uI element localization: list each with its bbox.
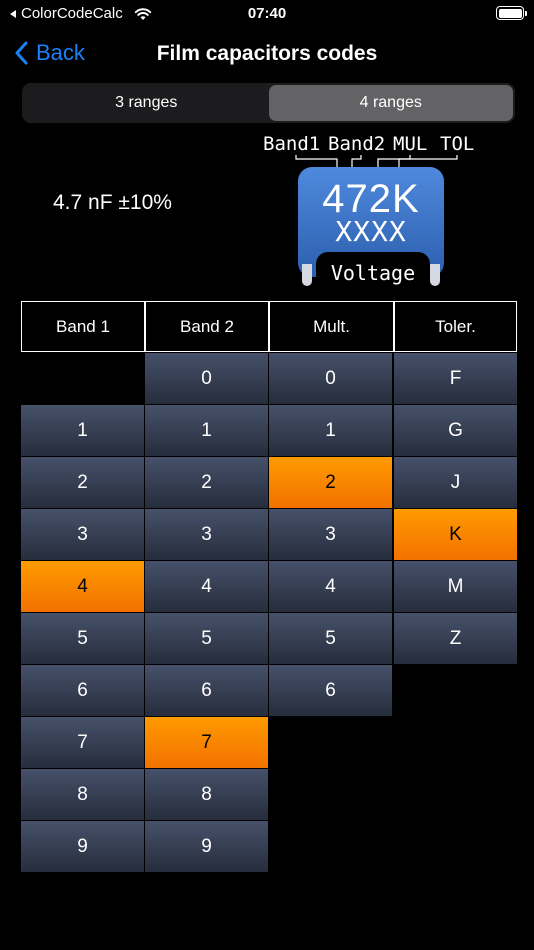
toler-cell-M[interactable]: M	[394, 561, 517, 612]
band1-cell-8[interactable]: 8	[21, 769, 144, 820]
toler-cell-F[interactable]: F	[394, 353, 517, 404]
band1-cell-6[interactable]: 6	[21, 665, 144, 716]
band2-cell-5[interactable]: 5	[145, 613, 268, 664]
capacitor-leg-right	[430, 264, 440, 286]
capacitor-xxxx: XXXX	[335, 215, 407, 248]
band1-cell-3[interactable]: 3	[21, 509, 144, 560]
toler-cell-J[interactable]: J	[394, 457, 517, 508]
header-toler: Toler.	[394, 301, 517, 352]
status-bar: ColorCodeCalc 07:40	[0, 0, 534, 28]
band1-cell-9[interactable]: 9	[21, 821, 144, 872]
capacitance-value: 4.7 nF ±10%	[53, 191, 172, 214]
header-band-1: Band 1	[21, 301, 145, 352]
band2-cell-9[interactable]: 9	[145, 821, 268, 872]
battery-icon	[496, 6, 527, 20]
capacitor-leg-left	[302, 264, 312, 286]
band1-cell-1[interactable]: 1	[21, 405, 144, 456]
range-segmented-control: 3 ranges 4 ranges	[22, 83, 515, 123]
header-mult: Mult.	[269, 301, 394, 352]
band2-cell-0[interactable]: 0	[145, 353, 268, 404]
mult-cell-2[interactable]: 2	[269, 457, 392, 508]
band1-cell-5[interactable]: 5	[21, 613, 144, 664]
segment-3-ranges[interactable]: 3 ranges	[24, 85, 269, 121]
mult-cell-0[interactable]: 0	[269, 353, 392, 404]
voltage-label: Voltage	[316, 252, 430, 288]
mult-cell-3[interactable]: 3	[269, 509, 392, 560]
band2-cell-8[interactable]: 8	[145, 769, 268, 820]
band2-cell-1[interactable]: 1	[145, 405, 268, 456]
header-band-2: Band 2	[145, 301, 269, 352]
toler-cell-Z[interactable]: Z	[394, 613, 517, 664]
page-title: Film capacitors codes	[156, 42, 378, 65]
mult-cell-1[interactable]: 1	[269, 405, 392, 456]
navigation-bar: Back Film capacitors codes	[0, 36, 534, 76]
mult-cell-4[interactable]: 4	[269, 561, 392, 612]
band1-cell-2[interactable]: 2	[21, 457, 144, 508]
band1-cell-7[interactable]: 7	[21, 717, 144, 768]
band2-cell-3[interactable]: 3	[145, 509, 268, 560]
band2-cell-4[interactable]: 4	[145, 561, 268, 612]
segment-4-ranges[interactable]: 4 ranges	[268, 85, 513, 121]
band2-cell-6[interactable]: 6	[145, 665, 268, 716]
band2-cell-2[interactable]: 2	[145, 457, 268, 508]
band2-cell-7[interactable]: 7	[145, 717, 268, 768]
toler-cell-G[interactable]: G	[394, 405, 517, 456]
capacitor-diagram: Band1 Band2 MUL TOL 472K XXXX Voltage	[262, 130, 492, 290]
toler-cell-K[interactable]: K	[394, 509, 517, 560]
clock: 07:40	[247, 5, 287, 22]
mult-cell-6[interactable]: 6	[269, 665, 392, 716]
mult-cell-5[interactable]: 5	[269, 613, 392, 664]
band1-cell-4[interactable]: 4	[21, 561, 144, 612]
